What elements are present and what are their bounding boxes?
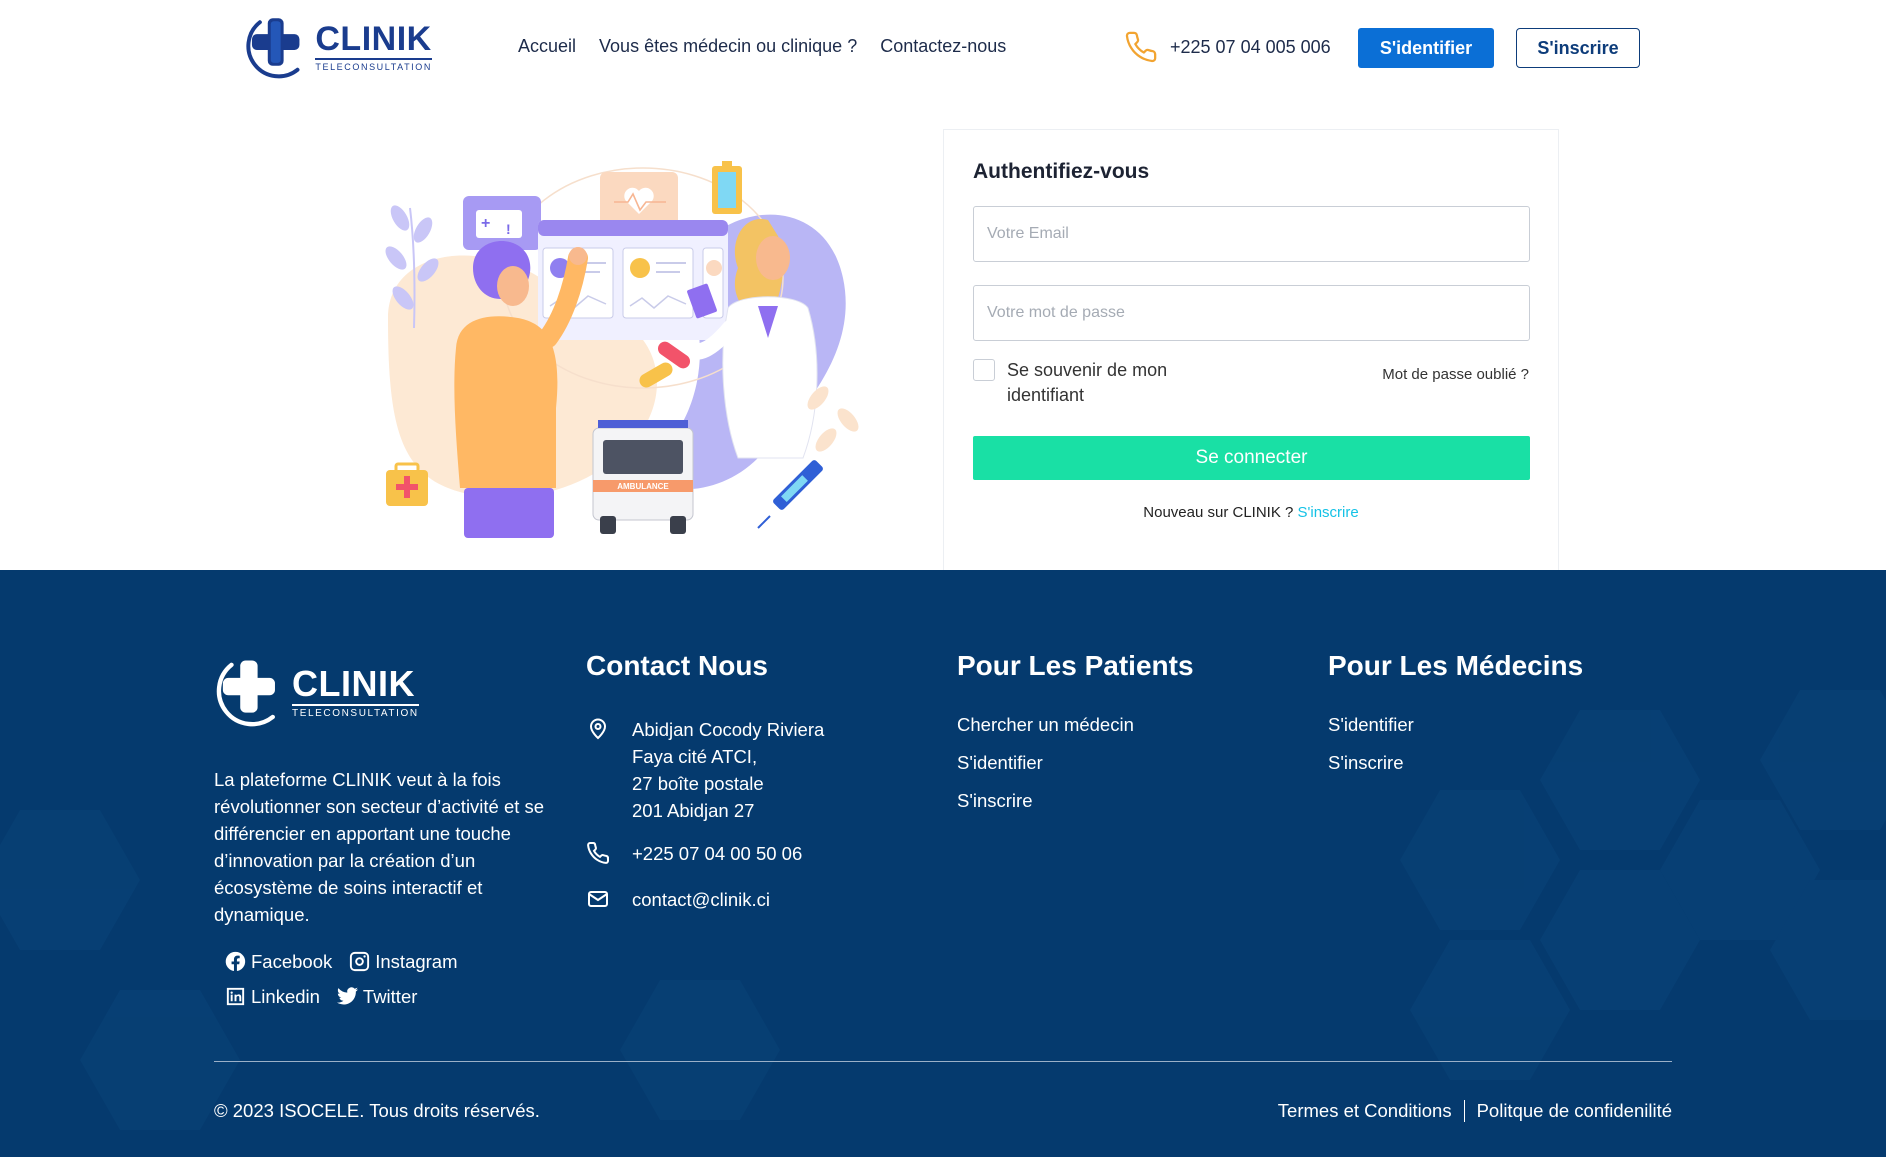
clinik-logo-icon — [246, 18, 300, 79]
forgot-password-link[interactable]: Mot de passe oublié ? — [1382, 366, 1529, 383]
doctors-title: Pour Les Médecins — [1328, 650, 1584, 681]
copyright: © 2023 ISOCELE. Tous droits réservés. — [214, 1100, 540, 1121]
footer-logo-text: CLINIK TELECONSULTATION — [292, 662, 419, 719]
twitter-icon — [336, 987, 358, 1005]
svg-text:!: ! — [506, 221, 511, 237]
nav-contact[interactable]: Contactez-nous — [880, 36, 1006, 57]
legal-separator — [1463, 1100, 1465, 1122]
footer-divider — [214, 1061, 1672, 1062]
location-pin-icon — [589, 718, 607, 740]
address-lines: Abidjan Cocody Riviera Faya cité ATCI, 2… — [632, 716, 824, 824]
terms-link[interactable]: Termes et Conditions — [1278, 1100, 1452, 1122]
find-doctor-link[interactable]: Chercher un médecin — [957, 714, 1134, 752]
remember-label: Se souvenir de mon identifiant — [1007, 360, 1168, 405]
instagram-label: Instagram — [375, 950, 458, 972]
site-footer: CLINIK TELECONSULTATION La plateforme CL… — [0, 570, 1886, 1157]
new-user-prompt: Nouveau sur CLINIK ? S'inscrire — [944, 504, 1558, 521]
ambulance-label: AMBULANCE — [617, 482, 669, 491]
address-line: Abidjan Cocody Riviera — [632, 719, 825, 740]
doctor-login-link[interactable]: S'identifier — [1328, 714, 1414, 752]
header-phone-number: +225 07 04 005 006 — [1170, 36, 1331, 57]
register-link[interactable]: S'inscrire — [1298, 504, 1359, 521]
remember-me: Se souvenir de mon identifiant — [973, 358, 1187, 408]
main-nav: Accueil Vous êtes médecin ou clinique ? … — [518, 36, 1006, 57]
email-input[interactable] — [973, 206, 1530, 262]
legal-links: Termes et Conditions Politque de confide… — [1278, 1100, 1672, 1122]
logo-title: CLINIK — [315, 20, 432, 58]
nav-doctor-clinic[interactable]: Vous êtes médecin ou clinique ? — [599, 36, 857, 57]
address-line: 201 Abidjan 27 — [632, 800, 755, 821]
logo-subtitle: TELECONSULTATION — [315, 58, 432, 72]
contact-address: Abidjan Cocody Riviera Faya cité ATCI, 2… — [586, 716, 824, 824]
linkedin-link[interactable]: Linkedin — [224, 985, 320, 1008]
password-input[interactable] — [973, 285, 1530, 341]
doctors-links: S'identifier S'inscrire — [1328, 714, 1414, 790]
doctor-signup-link[interactable]: S'inscrire — [1328, 752, 1414, 790]
patient-login-link[interactable]: S'identifier — [957, 752, 1134, 790]
footer-logo-subtitle: TELECONSULTATION — [292, 703, 419, 719]
facebook-link[interactable]: Facebook — [224, 950, 332, 973]
social-links: Facebook Instagram Linkedin Twitter — [224, 950, 504, 1008]
header-phone[interactable]: +225 07 04 005 006 — [1124, 30, 1331, 64]
instagram-link[interactable]: Instagram — [348, 950, 458, 973]
footer-about: La plateforme CLINIK veut à la fois révo… — [214, 769, 545, 925]
contact-email-address: contact@clinik.ci — [632, 889, 771, 910]
login-title: Authentifiez-vous — [973, 160, 1150, 183]
telemedicine-illustration: + ! AMBULANCE — [385, 161, 859, 538]
phone-icon — [587, 841, 610, 864]
privacy-link[interactable]: Politque de confidenilité — [1477, 1100, 1672, 1122]
connect-button[interactable]: Se connecter — [973, 436, 1530, 480]
login-button[interactable]: S'identifier — [1358, 28, 1494, 68]
remember-checkbox[interactable] — [973, 359, 995, 381]
header-logo[interactable]: CLINIK TELECONSULTATION — [246, 12, 432, 82]
address-line: 27 boîte postale — [632, 773, 764, 794]
footer-logo-title: CLINIK — [292, 662, 415, 704]
phone-icon — [1125, 31, 1157, 63]
twitter-label: Twitter — [362, 985, 418, 1007]
mail-icon — [588, 891, 608, 907]
ambulance-icon: AMBULANCE — [592, 420, 694, 534]
contact-phone-number: +225 07 04 00 50 06 — [632, 843, 803, 864]
twitter-link[interactable]: Twitter — [336, 985, 417, 1008]
site-header: CLINIK TELECONSULTATION Accueil Vous ête… — [0, 0, 1886, 96]
patient-signup-link[interactable]: S'inscrire — [957, 790, 1134, 828]
patients-title: Pour Les Patients — [957, 650, 1194, 681]
logo-text: CLINIK TELECONSULTATION — [315, 22, 432, 72]
contact-phone[interactable]: +225 07 04 00 50 06 — [586, 840, 802, 867]
facebook-icon — [225, 951, 246, 971]
instagram-icon — [350, 951, 370, 972]
contact-title: Contact Nous — [586, 650, 768, 681]
new-user-text: Nouveau sur CLINIK ? — [1143, 504, 1294, 521]
linkedin-icon — [226, 987, 245, 1006]
patients-links: Chercher un médecin S'identifier S'inscr… — [957, 714, 1134, 828]
footer-logo[interactable]: CLINIK TELECONSULTATION — [216, 654, 419, 730]
facebook-label: Facebook — [251, 950, 333, 972]
signup-button[interactable]: S'inscrire — [1516, 28, 1640, 68]
address-line: Faya cité ATCI, — [632, 746, 758, 767]
clinik-logo-icon — [216, 660, 275, 727]
login-card: Authentifiez-vous Se souvenir de mon ide… — [943, 129, 1559, 570]
linkedin-label: Linkedin — [251, 985, 320, 1007]
svg-text:+: + — [481, 215, 490, 232]
contact-email[interactable]: contact@clinik.ci — [586, 886, 770, 913]
nav-home[interactable]: Accueil — [518, 36, 576, 57]
